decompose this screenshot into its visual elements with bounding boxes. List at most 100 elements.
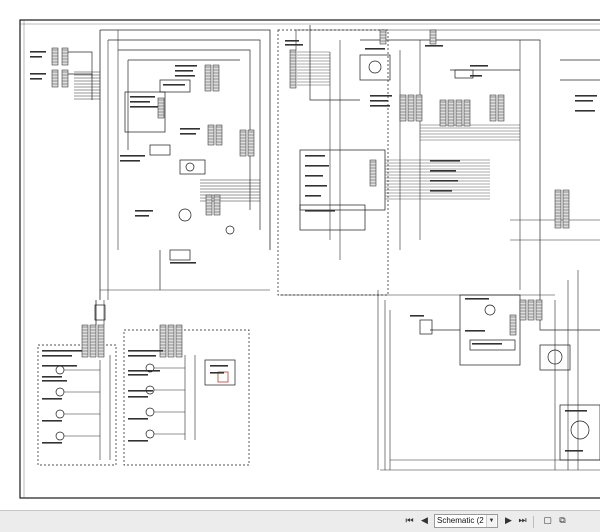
text-placeholder bbox=[135, 210, 153, 212]
text-placeholder bbox=[575, 100, 593, 102]
component-layer bbox=[37, 29, 600, 466]
component-symbol bbox=[484, 304, 496, 316]
text-placeholder bbox=[128, 355, 156, 357]
component-symbol bbox=[570, 420, 590, 440]
text-placeholder bbox=[42, 365, 77, 367]
text-placeholder bbox=[285, 44, 303, 46]
connector bbox=[204, 64, 212, 92]
component-symbol bbox=[185, 162, 195, 172]
text-placeholder bbox=[210, 365, 228, 367]
component-symbol bbox=[178, 208, 192, 222]
prev-page-icon[interactable]: ◀ bbox=[418, 515, 431, 528]
component-box bbox=[299, 204, 366, 231]
connector bbox=[289, 49, 297, 89]
text-placeholder bbox=[128, 350, 163, 352]
component-symbol bbox=[145, 429, 155, 439]
text-placeholder bbox=[430, 170, 456, 172]
text-placeholder bbox=[180, 133, 196, 135]
text-placeholder bbox=[42, 398, 62, 400]
component-box bbox=[559, 404, 600, 461]
text-placeholder bbox=[42, 420, 62, 422]
text-placeholder bbox=[130, 96, 155, 98]
text-placeholder bbox=[470, 75, 482, 77]
text-placeholder bbox=[370, 95, 392, 97]
text-placeholder bbox=[472, 343, 502, 345]
text-placeholder bbox=[365, 48, 385, 50]
text-placeholder bbox=[30, 56, 42, 58]
text-placeholder bbox=[42, 350, 82, 352]
text-placeholder bbox=[425, 45, 443, 47]
text-placeholder bbox=[370, 100, 388, 102]
connector bbox=[61, 47, 69, 66]
connector bbox=[447, 99, 455, 127]
connector bbox=[239, 129, 247, 157]
page-select[interactable]: Schematic (2 / 2) ▼ bbox=[434, 514, 498, 528]
connector bbox=[399, 94, 407, 122]
wire bbox=[108, 39, 261, 230]
text-placeholder bbox=[130, 101, 150, 103]
component-symbol bbox=[55, 387, 65, 397]
text-placeholder bbox=[130, 106, 158, 108]
text-placeholder bbox=[120, 155, 145, 157]
text-placeholder bbox=[175, 70, 193, 72]
text-placeholder bbox=[465, 330, 485, 332]
component-box bbox=[469, 339, 516, 351]
text-placeholder bbox=[120, 160, 140, 162]
text-placeholder bbox=[42, 376, 62, 378]
text-placeholder bbox=[175, 75, 195, 77]
wiring-schematic bbox=[19, 19, 600, 499]
connector bbox=[497, 94, 505, 122]
wire bbox=[309, 25, 360, 101]
connector bbox=[407, 94, 415, 122]
text-placeholder bbox=[135, 215, 149, 217]
component-box bbox=[169, 249, 191, 261]
connector bbox=[455, 99, 463, 127]
text-placeholder bbox=[42, 442, 62, 444]
text-placeholder bbox=[30, 78, 42, 80]
component-box bbox=[454, 69, 474, 79]
text-placeholder bbox=[575, 95, 597, 97]
text-placeholder bbox=[305, 185, 327, 187]
text-placeholder bbox=[128, 374, 148, 376]
wire bbox=[539, 300, 600, 331]
text-placeholder bbox=[575, 110, 595, 112]
text-placeholder bbox=[430, 160, 460, 162]
connector bbox=[247, 129, 255, 157]
connector bbox=[51, 47, 59, 66]
first-page-icon[interactable]: ⏮ bbox=[403, 515, 416, 528]
connector bbox=[489, 94, 497, 122]
connector bbox=[51, 69, 59, 88]
next-page-icon[interactable]: ▶ bbox=[502, 515, 515, 528]
text-placeholder bbox=[470, 65, 488, 67]
component-symbol bbox=[225, 225, 235, 235]
component-symbol bbox=[55, 409, 65, 419]
text-placeholder bbox=[128, 418, 148, 420]
text-placeholder bbox=[180, 128, 200, 130]
text-placeholder bbox=[170, 262, 196, 264]
text-placeholder bbox=[305, 195, 321, 197]
last-page-icon[interactable]: ⏭ bbox=[516, 515, 529, 528]
label-layer bbox=[30, 40, 597, 452]
zone-boundary bbox=[37, 344, 117, 466]
text-placeholder bbox=[305, 175, 323, 177]
connector bbox=[439, 99, 447, 127]
component-symbol bbox=[55, 431, 65, 441]
text-placeholder bbox=[163, 84, 185, 86]
component-box bbox=[419, 319, 433, 335]
text-placeholder bbox=[128, 440, 148, 442]
component-box bbox=[149, 144, 171, 156]
text-placeholder bbox=[175, 65, 197, 67]
text-placeholder bbox=[30, 73, 46, 75]
toolbar-separator bbox=[533, 516, 534, 528]
component-box bbox=[359, 54, 391, 81]
document-viewport[interactable] bbox=[0, 0, 600, 510]
component-box bbox=[94, 304, 106, 321]
text-placeholder bbox=[305, 210, 335, 212]
text-placeholder bbox=[128, 390, 153, 392]
text-placeholder bbox=[305, 155, 325, 157]
connector bbox=[415, 94, 423, 122]
thumbnails-icon[interactable]: ⧉ bbox=[556, 515, 569, 528]
text-placeholder bbox=[210, 372, 224, 374]
fit-page-icon[interactable]: ▢ bbox=[541, 515, 554, 528]
text-placeholder bbox=[430, 180, 458, 182]
